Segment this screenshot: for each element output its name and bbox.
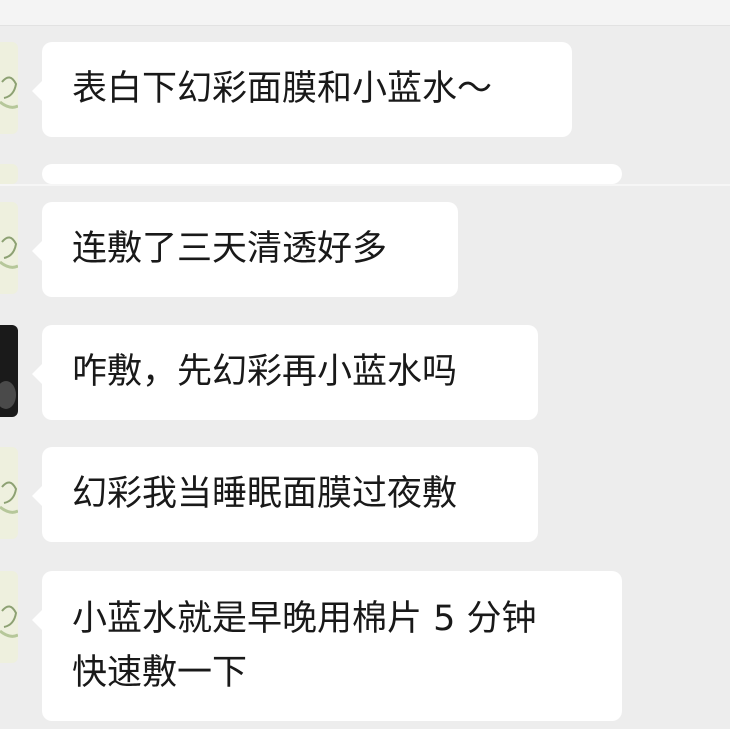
message-text: 幻彩我当睡眠面膜过夜敷 [72, 474, 458, 514]
top-bar [0, 0, 730, 26]
chat-screen: 表白下幻彩面膜和小蓝水～ 连敷了三天清透好多 咋敷，先幻彩再小蓝水吗 幻彩我当睡… [0, 0, 730, 729]
avatar[interactable] [0, 325, 18, 417]
message-bubble[interactable]: 咋敷，先幻彩再小蓝水吗 [32, 325, 538, 420]
message-text: 连敷了三天清透好多 [72, 229, 388, 269]
message-bubble[interactable]: 连敷了三天清透好多 [32, 202, 458, 297]
screenshot-seam [0, 184, 730, 186]
avatar[interactable] [0, 571, 18, 663]
message-text-line: 小蓝水就是早晚用棉片 5 分钟 [72, 599, 537, 639]
message-text-line: 快速敷一下 [72, 653, 248, 693]
message-text: 表白下幻彩面膜和小蓝水～ [72, 69, 493, 109]
avatar[interactable] [0, 447, 18, 539]
avatar[interactable] [0, 202, 18, 294]
avatar[interactable] [0, 164, 18, 184]
message-bubble[interactable]: 小蓝水就是早晚用棉片 5 分钟 快速敷一下 [32, 571, 622, 721]
message-bubble[interactable]: 表白下幻彩面膜和小蓝水～ [32, 42, 572, 137]
message-bubble[interactable]: 幻彩我当睡眠面膜过夜敷 [32, 447, 538, 542]
message-text: 咋敷，先幻彩再小蓝水吗 [72, 352, 458, 392]
avatar[interactable] [0, 42, 18, 134]
message-bubble[interactable] [42, 164, 622, 184]
